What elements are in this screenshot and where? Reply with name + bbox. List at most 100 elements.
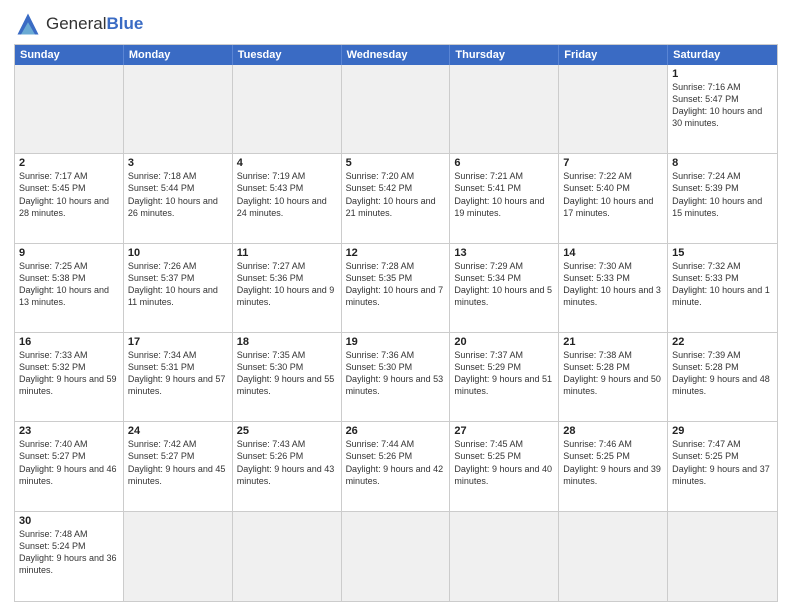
cell-info: Sunrise: 7:34 AM Sunset: 5:31 PM Dayligh… xyxy=(128,349,228,398)
cell-info: Sunrise: 7:18 AM Sunset: 5:44 PM Dayligh… xyxy=(128,170,228,219)
calendar-cell-9: 9Sunrise: 7:25 AM Sunset: 5:38 PM Daylig… xyxy=(15,244,124,333)
cell-info: Sunrise: 7:20 AM Sunset: 5:42 PM Dayligh… xyxy=(346,170,446,219)
cell-info: Sunrise: 7:45 AM Sunset: 5:25 PM Dayligh… xyxy=(454,438,554,487)
calendar-cell-29: 29Sunrise: 7:47 AM Sunset: 5:25 PM Dayli… xyxy=(668,422,777,511)
cell-info: Sunrise: 7:25 AM Sunset: 5:38 PM Dayligh… xyxy=(19,260,119,309)
cell-info: Sunrise: 7:48 AM Sunset: 5:24 PM Dayligh… xyxy=(19,528,119,577)
calendar-cell-empty xyxy=(233,65,342,154)
cell-info: Sunrise: 7:47 AM Sunset: 5:25 PM Dayligh… xyxy=(672,438,773,487)
cell-info: Sunrise: 7:16 AM Sunset: 5:47 PM Dayligh… xyxy=(672,81,773,130)
calendar-cell-empty xyxy=(668,512,777,601)
cell-date-number: 12 xyxy=(346,247,446,259)
calendar-cell-1: 1Sunrise: 7:16 AM Sunset: 5:47 PM Daylig… xyxy=(668,65,777,154)
calendar-cell-empty xyxy=(342,512,451,601)
day-header-sunday: Sunday xyxy=(15,45,124,65)
calendar-cell-28: 28Sunrise: 7:46 AM Sunset: 5:25 PM Dayli… xyxy=(559,422,668,511)
calendar-cell-24: 24Sunrise: 7:42 AM Sunset: 5:27 PM Dayli… xyxy=(124,422,233,511)
cell-date-number: 5 xyxy=(346,157,446,169)
cell-info: Sunrise: 7:46 AM Sunset: 5:25 PM Dayligh… xyxy=(563,438,663,487)
calendar-cell-empty xyxy=(450,512,559,601)
calendar-cell-4: 4Sunrise: 7:19 AM Sunset: 5:43 PM Daylig… xyxy=(233,154,342,243)
cell-date-number: 25 xyxy=(237,425,337,437)
cell-info: Sunrise: 7:24 AM Sunset: 5:39 PM Dayligh… xyxy=(672,170,773,219)
cell-date-number: 19 xyxy=(346,336,446,348)
calendar-cell-13: 13Sunrise: 7:29 AM Sunset: 5:34 PM Dayli… xyxy=(450,244,559,333)
cell-date-number: 27 xyxy=(454,425,554,437)
cell-date-number: 2 xyxy=(19,157,119,169)
calendar-cell-5: 5Sunrise: 7:20 AM Sunset: 5:42 PM Daylig… xyxy=(342,154,451,243)
calendar-cell-empty xyxy=(559,65,668,154)
calendar-cell-22: 22Sunrise: 7:39 AM Sunset: 5:28 PM Dayli… xyxy=(668,333,777,422)
logo-icon xyxy=(14,10,42,38)
cell-date-number: 24 xyxy=(128,425,228,437)
cell-info: Sunrise: 7:39 AM Sunset: 5:28 PM Dayligh… xyxy=(672,349,773,398)
calendar-cell-empty xyxy=(15,65,124,154)
calendar: SundayMondayTuesdayWednesdayThursdayFrid… xyxy=(14,44,778,602)
page: GeneralBlue SundayMondayTuesdayWednesday… xyxy=(0,0,792,612)
cell-info: Sunrise: 7:40 AM Sunset: 5:27 PM Dayligh… xyxy=(19,438,119,487)
calendar-cell-empty xyxy=(559,512,668,601)
cell-info: Sunrise: 7:30 AM Sunset: 5:33 PM Dayligh… xyxy=(563,260,663,309)
cell-date-number: 3 xyxy=(128,157,228,169)
calendar-cell-15: 15Sunrise: 7:32 AM Sunset: 5:33 PM Dayli… xyxy=(668,244,777,333)
calendar-cell-2: 2Sunrise: 7:17 AM Sunset: 5:45 PM Daylig… xyxy=(15,154,124,243)
cell-date-number: 10 xyxy=(128,247,228,259)
day-header-wednesday: Wednesday xyxy=(342,45,451,65)
cell-date-number: 15 xyxy=(672,247,773,259)
cell-info: Sunrise: 7:32 AM Sunset: 5:33 PM Dayligh… xyxy=(672,260,773,309)
cell-info: Sunrise: 7:37 AM Sunset: 5:29 PM Dayligh… xyxy=(454,349,554,398)
calendar-cell-empty xyxy=(124,65,233,154)
calendar-cell-18: 18Sunrise: 7:35 AM Sunset: 5:30 PM Dayli… xyxy=(233,333,342,422)
calendar-cell-23: 23Sunrise: 7:40 AM Sunset: 5:27 PM Dayli… xyxy=(15,422,124,511)
day-header-tuesday: Tuesday xyxy=(233,45,342,65)
cell-date-number: 14 xyxy=(563,247,663,259)
calendar-cell-empty xyxy=(450,65,559,154)
calendar-cell-7: 7Sunrise: 7:22 AM Sunset: 5:40 PM Daylig… xyxy=(559,154,668,243)
calendar-cell-26: 26Sunrise: 7:44 AM Sunset: 5:26 PM Dayli… xyxy=(342,422,451,511)
cell-date-number: 18 xyxy=(237,336,337,348)
cell-info: Sunrise: 7:21 AM Sunset: 5:41 PM Dayligh… xyxy=(454,170,554,219)
header: GeneralBlue xyxy=(14,10,778,38)
cell-info: Sunrise: 7:43 AM Sunset: 5:26 PM Dayligh… xyxy=(237,438,337,487)
cell-info: Sunrise: 7:33 AM Sunset: 5:32 PM Dayligh… xyxy=(19,349,119,398)
cell-info: Sunrise: 7:29 AM Sunset: 5:34 PM Dayligh… xyxy=(454,260,554,309)
calendar-grid: 1Sunrise: 7:16 AM Sunset: 5:47 PM Daylig… xyxy=(15,65,777,601)
calendar-cell-12: 12Sunrise: 7:28 AM Sunset: 5:35 PM Dayli… xyxy=(342,244,451,333)
calendar-cell-16: 16Sunrise: 7:33 AM Sunset: 5:32 PM Dayli… xyxy=(15,333,124,422)
cell-date-number: 13 xyxy=(454,247,554,259)
cell-info: Sunrise: 7:42 AM Sunset: 5:27 PM Dayligh… xyxy=(128,438,228,487)
cell-info: Sunrise: 7:22 AM Sunset: 5:40 PM Dayligh… xyxy=(563,170,663,219)
calendar-cell-empty xyxy=(233,512,342,601)
calendar-cell-17: 17Sunrise: 7:34 AM Sunset: 5:31 PM Dayli… xyxy=(124,333,233,422)
calendar-cell-20: 20Sunrise: 7:37 AM Sunset: 5:29 PM Dayli… xyxy=(450,333,559,422)
day-header-saturday: Saturday xyxy=(668,45,777,65)
cell-info: Sunrise: 7:28 AM Sunset: 5:35 PM Dayligh… xyxy=(346,260,446,309)
cell-date-number: 11 xyxy=(237,247,337,259)
calendar-cell-21: 21Sunrise: 7:38 AM Sunset: 5:28 PM Dayli… xyxy=(559,333,668,422)
calendar-cell-10: 10Sunrise: 7:26 AM Sunset: 5:37 PM Dayli… xyxy=(124,244,233,333)
cell-info: Sunrise: 7:36 AM Sunset: 5:30 PM Dayligh… xyxy=(346,349,446,398)
logo-text: GeneralBlue xyxy=(46,14,143,34)
cell-info: Sunrise: 7:27 AM Sunset: 5:36 PM Dayligh… xyxy=(237,260,337,309)
calendar-cell-30: 30Sunrise: 7:48 AM Sunset: 5:24 PM Dayli… xyxy=(15,512,124,601)
cell-date-number: 26 xyxy=(346,425,446,437)
calendar-cell-27: 27Sunrise: 7:45 AM Sunset: 5:25 PM Dayli… xyxy=(450,422,559,511)
cell-date-number: 22 xyxy=(672,336,773,348)
day-headers: SundayMondayTuesdayWednesdayThursdayFrid… xyxy=(15,45,777,65)
cell-date-number: 21 xyxy=(563,336,663,348)
cell-info: Sunrise: 7:44 AM Sunset: 5:26 PM Dayligh… xyxy=(346,438,446,487)
cell-date-number: 9 xyxy=(19,247,119,259)
calendar-cell-11: 11Sunrise: 7:27 AM Sunset: 5:36 PM Dayli… xyxy=(233,244,342,333)
cell-date-number: 6 xyxy=(454,157,554,169)
cell-date-number: 4 xyxy=(237,157,337,169)
day-header-friday: Friday xyxy=(559,45,668,65)
day-header-monday: Monday xyxy=(124,45,233,65)
cell-date-number: 17 xyxy=(128,336,228,348)
calendar-cell-25: 25Sunrise: 7:43 AM Sunset: 5:26 PM Dayli… xyxy=(233,422,342,511)
cell-info: Sunrise: 7:38 AM Sunset: 5:28 PM Dayligh… xyxy=(563,349,663,398)
cell-date-number: 8 xyxy=(672,157,773,169)
cell-date-number: 23 xyxy=(19,425,119,437)
cell-date-number: 7 xyxy=(563,157,663,169)
cell-date-number: 30 xyxy=(19,515,119,527)
calendar-cell-3: 3Sunrise: 7:18 AM Sunset: 5:44 PM Daylig… xyxy=(124,154,233,243)
